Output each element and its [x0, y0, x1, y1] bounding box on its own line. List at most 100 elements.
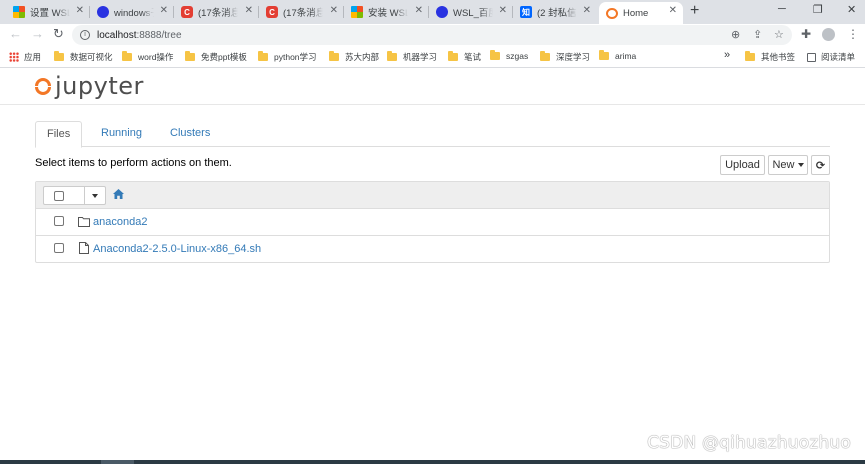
tab-running[interactable]: Running [90, 121, 153, 147]
jupyter-header: jupyter [0, 68, 865, 105]
windows-icon [351, 6, 363, 18]
folder-icon [185, 51, 195, 61]
selection-hint: Select items to perform actions on them. [35, 157, 232, 169]
bookmark-folder[interactable]: word操作 [122, 51, 173, 63]
new-dropdown-button[interactable]: New [768, 155, 808, 175]
bookmark-label: word操作 [138, 52, 174, 62]
item-name-link[interactable]: anaconda2 [93, 216, 147, 228]
bookmark-folder[interactable]: 笔试 [448, 51, 481, 63]
folder-icon [387, 51, 397, 61]
close-icon[interactable]: ✕ [499, 5, 507, 16]
list-item[interactable]: Anaconda2-2.5.0-Linux-x86_64.sh [36, 236, 829, 263]
close-icon[interactable]: ✕ [76, 5, 84, 16]
bookmark-label: szgas [506, 51, 529, 61]
bookmark-label: 阅读清单 [821, 52, 856, 62]
browser-tab-6[interactable]: WSL_百度搜索 ✕ [429, 2, 513, 22]
zhihu-icon: 知 [520, 6, 532, 18]
folder-icon [448, 51, 458, 61]
select-all-checkbox[interactable] [54, 191, 64, 201]
csdn-icon: C [181, 6, 193, 18]
window-close-icon[interactable]: ✕ [847, 3, 856, 16]
folder-icon [490, 50, 500, 60]
bookmark-folder[interactable]: 苏大内部 [329, 51, 379, 63]
close-icon[interactable]: ✕ [245, 5, 253, 16]
reload-icon[interactable]: ↻ [53, 27, 64, 41]
new-button-label: New [772, 159, 795, 171]
browser-tab-7[interactable]: 知 (2 封私信 / ✕ [513, 2, 597, 22]
tab-title: windows子系统 [114, 8, 154, 19]
caret-down-icon [797, 163, 804, 167]
new-tab-plus-icon[interactable]: + [690, 3, 699, 19]
browser-tab-1[interactable]: 设置 WSL 2 ✕ [6, 2, 90, 22]
browser-tab-home[interactable]: Home ✕ [599, 2, 683, 24]
restore-icon[interactable]: ❐ [813, 3, 823, 16]
bookmark-star-icon[interactable]: ☆ [774, 28, 784, 41]
tab-clusters[interactable]: Clusters [159, 121, 221, 147]
site-info-icon[interactable]: i [80, 30, 90, 40]
bookmark-label: 其他书签 [761, 52, 796, 62]
close-icon[interactable]: ✕ [160, 5, 168, 16]
bookmark-label: 数据可视化 [70, 52, 113, 62]
bookmark-folder[interactable]: szgas [490, 50, 529, 61]
back-arrow-icon[interactable]: ← [9, 27, 22, 41]
bookmark-label: python学习 [274, 52, 317, 62]
item-checkbox[interactable] [54, 216, 64, 226]
file-icon [79, 242, 89, 254]
home-icon[interactable] [113, 189, 124, 199]
browser-tab-3[interactable]: C (17条消息) ✕ [174, 2, 259, 22]
profile-avatar-icon[interactable] [822, 28, 835, 41]
reading-list[interactable]: 阅读清单 [807, 51, 855, 63]
tab-title: 安装 WSL 2 [368, 8, 408, 19]
bookmark-label: 深度学习 [556, 52, 591, 62]
item-name-link[interactable]: Anaconda2-2.5.0-Linux-x86_64.sh [93, 243, 261, 255]
other-bookmarks[interactable]: 其他书签 [745, 51, 795, 63]
jupyter-icon [606, 7, 618, 19]
item-checkbox[interactable] [54, 243, 64, 253]
share-icon[interactable]: ⇪ [753, 28, 762, 41]
zoom-icon[interactable]: ⊕ [731, 28, 740, 41]
refresh-button[interactable]: ⟳ [811, 155, 830, 175]
windows-icon [13, 6, 25, 18]
jupyter-tab-bar: Files Running Clusters [35, 121, 830, 148]
select-all-dropdown[interactable] [43, 186, 106, 205]
close-icon[interactable]: ✕ [415, 5, 423, 16]
tab-title: (2 封私信 / [537, 8, 577, 19]
close-icon[interactable]: ✕ [669, 5, 677, 16]
bookmark-folder[interactable]: 数据可视化 [54, 51, 113, 63]
bookmark-label: 笔试 [464, 52, 482, 62]
bookmark-folder[interactable]: arima [599, 50, 636, 61]
more-menu-icon[interactable]: ⋮ [847, 27, 859, 41]
minimize-icon[interactable]: ─ [778, 3, 786, 15]
bookmark-label: 机器学习 [403, 52, 438, 62]
jupyter-logo-icon [35, 77, 51, 95]
tab-title: (17条消息) [198, 8, 238, 19]
close-icon[interactable]: ✕ [330, 5, 338, 16]
jupyter-logo[interactable]: jupyter [35, 72, 144, 100]
bookmarks-bar: 应用 数据可视化 word操作 免费ppt模板 python学习 苏大内部 机器… [0, 46, 865, 68]
url-host: localhost [97, 29, 137, 41]
bookmark-apps[interactable]: 应用 [9, 51, 41, 63]
browser-tab-2[interactable]: windows子系统 ✕ [90, 2, 174, 22]
bookmark-label: 应用 [24, 52, 42, 62]
address-bar[interactable]: i localhost:8888/tree [72, 25, 792, 45]
browser-tab-strip: 设置 WSL 2 ✕ windows子系统 ✕ C (17条消息) ✕ C (1… [0, 0, 865, 24]
browser-tab-4[interactable]: C (17条消息) ✕ [259, 2, 344, 22]
close-icon[interactable]: ✕ [583, 5, 591, 16]
bookmarks-overflow-button[interactable]: » [724, 49, 730, 61]
extensions-puzzle-icon[interactable]: ✚ [801, 27, 811, 41]
upload-button[interactable]: Upload [720, 155, 765, 175]
bookmark-folder[interactable]: 免费ppt模板 [185, 51, 247, 63]
tab-files[interactable]: Files [35, 121, 83, 148]
bookmark-folder[interactable]: 机器学习 [387, 51, 437, 63]
apps-grid-icon [9, 52, 19, 62]
folder-icon [745, 51, 755, 61]
caret-down-icon[interactable] [92, 194, 98, 198]
bookmark-folder[interactable]: 深度学习 [540, 51, 590, 63]
bookmark-folder[interactable]: python学习 [258, 51, 317, 63]
list-item[interactable]: anaconda2 [36, 209, 829, 236]
bookmark-label: 苏大内部 [345, 52, 380, 62]
browser-tab-5[interactable]: 安装 WSL 2 ✕ [344, 2, 429, 22]
tab-title: Home [623, 7, 649, 19]
forward-arrow-icon[interactable]: → [31, 27, 44, 41]
tab-title: WSL_百度搜索 [453, 8, 493, 19]
